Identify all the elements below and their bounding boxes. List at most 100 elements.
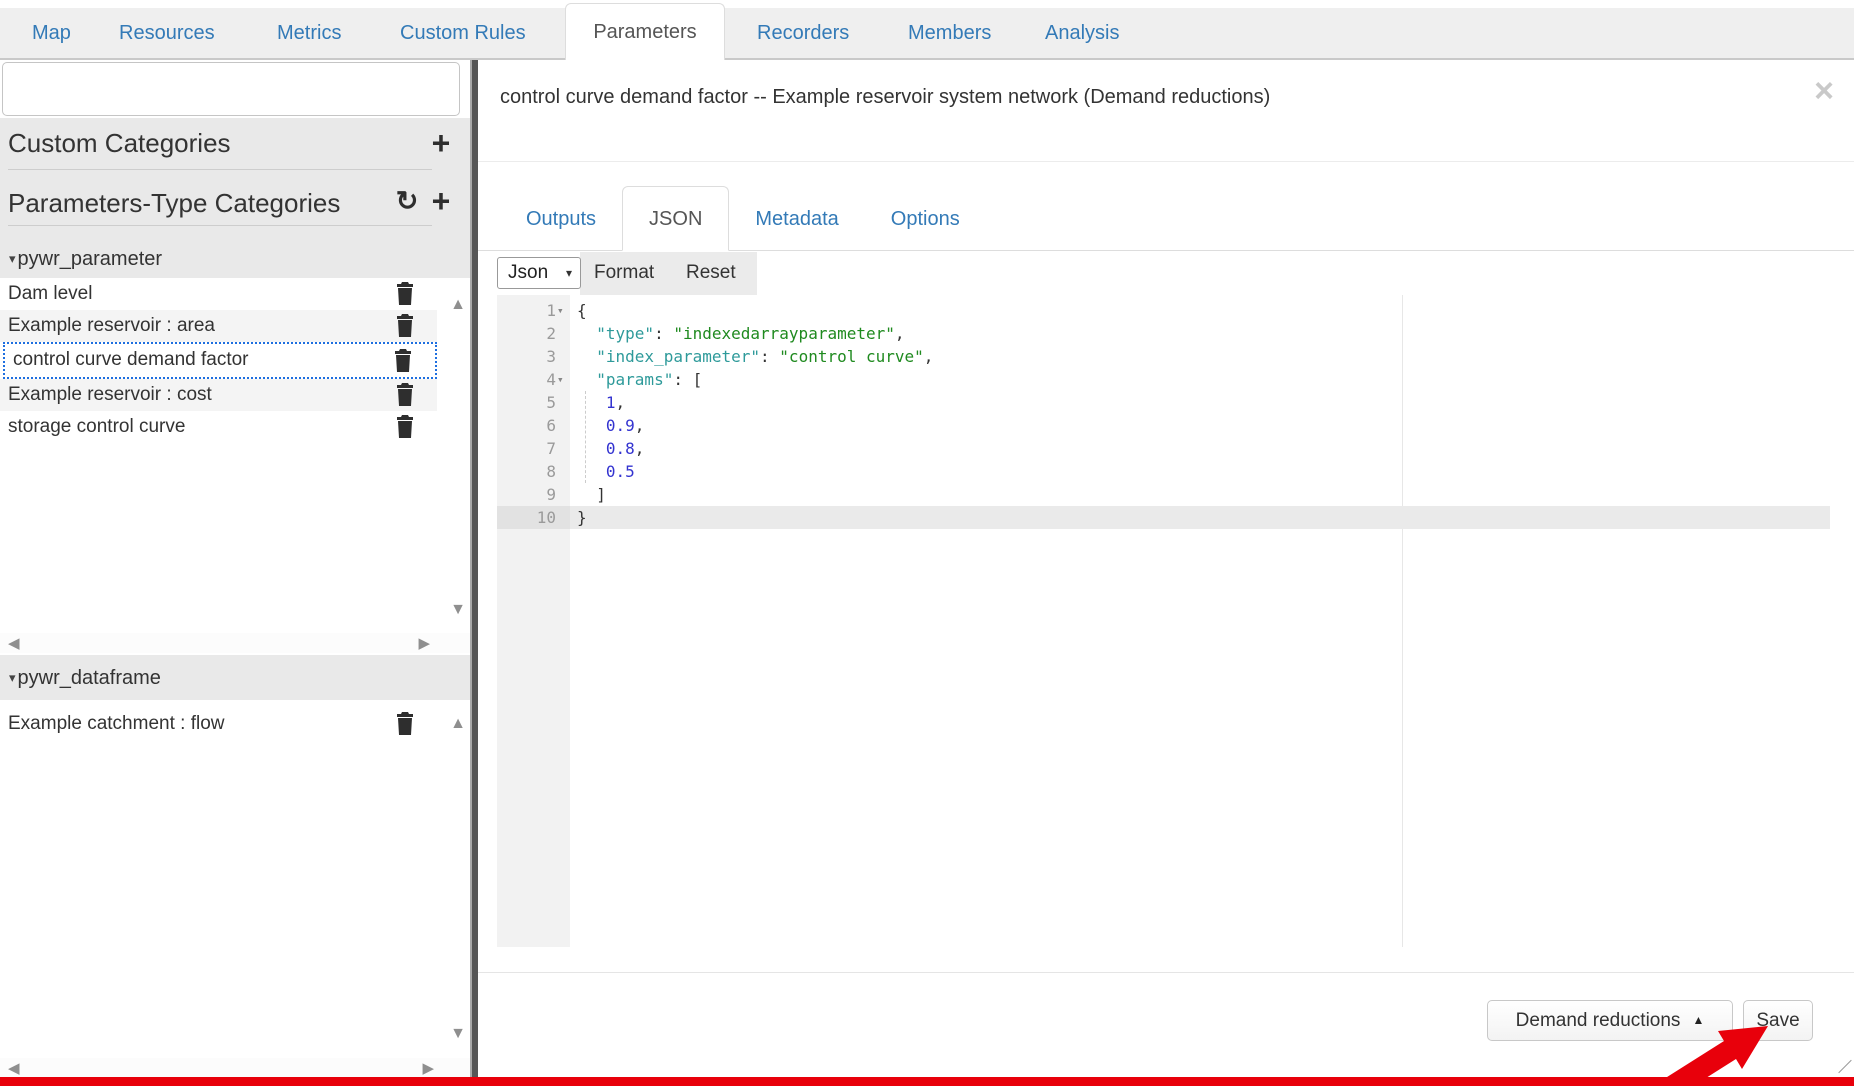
tab-metadata[interactable]: Metadata [729,188,864,250]
scroll-up-arrow[interactable]: ▲ [450,297,466,313]
refresh-button[interactable]: ↻ [392,184,422,218]
list-item[interactable]: Example reservoir : area [0,310,437,342]
horizontal-scrollbar: ◀ ▶ [0,633,470,653]
parameter-list: Dam level Example reservoir : area contr… [0,278,470,633]
code-lines: 1 ▾ { 2 "type": "indexedarrayparameter",… [497,299,1830,529]
panel-title: control curve demand factor -- Example r… [500,86,1270,109]
chevron-up-icon: ▲ [1692,1013,1704,1027]
tab-outputs[interactable]: Outputs [500,188,622,250]
plus-icon: + [432,183,451,219]
delete-button[interactable] [393,349,415,373]
code-line: 2 "type": "indexedarrayparameter", [497,322,1830,345]
scroll-left-arrow[interactable]: ◀ [8,634,20,652]
format-button[interactable]: Format [594,257,654,289]
add-type-category-button[interactable]: + [424,184,458,218]
nav-tab-map[interactable]: Map [32,8,71,60]
nav-tab-custom-rules[interactable]: Custom Rules [400,8,526,60]
line-number: 2 [497,322,556,345]
nav-tab-resources[interactable]: Resources [119,8,215,60]
delete-button[interactable] [395,383,417,407]
list-item[interactable]: Dam level [0,278,437,310]
tab-json[interactable]: JSON [622,186,729,251]
group-pywr-parameter[interactable]: ▾pywr_parameter [0,244,470,278]
code-line-active: 10 } [497,506,1830,529]
code-line: 9 ] [497,483,1830,506]
list-item[interactable]: storage control curve [0,411,437,443]
top-navbar: Map Resources Metrics Custom Rules Param… [0,0,1854,60]
line-number: 8 [497,460,556,483]
horizontal-scrollbar: ◀ ▶ [0,1058,470,1078]
list-item-label: storage control curve [8,416,185,437]
code-line: 4 ▾ "params": [ [497,368,1830,391]
line-number: 4 [497,368,556,391]
list-item[interactable]: Example catchment : flow [0,708,437,740]
nav-tab-analysis[interactable]: Analysis [1045,8,1119,60]
group-pywr-dataframe[interactable]: ▾pywr_dataframe [0,655,470,700]
list-item-label: control curve demand factor [13,349,249,370]
mode-select-value: Json [508,262,548,283]
nav-tab-parameters[interactable]: Parameters [565,3,725,62]
trash-icon [395,415,415,438]
delete-button[interactable] [395,282,417,306]
list-item-selected[interactable]: control curve demand factor [3,342,437,379]
custom-categories-header: Custom Categories + [0,118,470,170]
category-search-input[interactable] [2,62,460,116]
categories-sidebar: Custom Categories + Parameters-Type Cate… [0,60,470,1077]
line-number: 10 [497,506,556,529]
list-item-label: Example reservoir : area [8,315,215,336]
editor-toolbar: Json ▾ Format Reset [478,251,1854,295]
trash-icon [395,383,415,406]
delete-button[interactable] [395,712,417,736]
code-line: 3 "index_parameter": "control curve", [497,345,1830,368]
code-line: 6 0.9, [497,414,1830,437]
nav-tab-recorders[interactable]: Recorders [757,8,849,60]
line-number: 7 [497,437,556,460]
code-line: 5 1, [497,391,1830,414]
nav-tab-metrics[interactable]: Metrics [277,8,341,60]
parameter-detail-panel: control curve demand factor -- Example r… [478,60,1854,1077]
scroll-right-arrow[interactable]: ▶ [422,1059,434,1077]
add-custom-category-button[interactable]: + [424,126,458,160]
refresh-icon: ↻ [396,186,419,216]
reset-button[interactable]: Reset [686,257,736,289]
close-button[interactable]: × [1814,74,1834,108]
code-line: 1 ▾ { [497,299,1830,322]
trash-icon [395,712,415,735]
trash-icon [395,282,415,305]
scroll-down-arrow[interactable]: ▼ [450,602,466,618]
nav-tab-members[interactable]: Members [908,8,991,60]
line-number: 3 [497,345,556,368]
list-item[interactable]: Example reservoir : cost [0,379,437,411]
json-mode-select[interactable]: Json ▾ [497,257,581,289]
type-categories-title: Parameters-Type Categories [8,188,340,219]
line-number: 1 [497,299,556,322]
tab-options[interactable]: Options [865,188,986,250]
footer-divider [478,972,1854,973]
line-number: 6 [497,414,556,437]
line-number: 5 [497,391,556,414]
header-divider [478,161,1854,162]
delete-button[interactable] [395,415,417,439]
list-item-label: Dam level [8,283,92,304]
collapse-icon: ▾ [9,244,16,274]
custom-categories-title: Custom Categories [8,128,231,159]
delete-button[interactable] [395,314,417,338]
annotation-red-bar [0,1077,1854,1086]
code-line: 8 0.5 [497,460,1830,483]
scroll-left-arrow[interactable]: ◀ [8,1059,20,1077]
group-label: pywr_dataframe [18,667,161,689]
panel-divider[interactable] [470,60,478,1077]
category-dropup-button[interactable]: Demand reductions▲ [1487,1000,1733,1041]
detail-tabbar: Outputs JSON Metadata Options [478,188,1854,251]
chevron-down-icon: ▾ [566,258,572,288]
line-number: 9 [497,483,556,506]
fold-icon[interactable]: ▾ [557,299,564,322]
fold-icon[interactable]: ▾ [557,368,564,391]
json-code-editor[interactable]: 1 ▾ { 2 "type": "indexedarrayparameter",… [497,295,1830,947]
scroll-up-arrow[interactable]: ▲ [450,716,466,732]
save-button[interactable]: Save [1743,1000,1813,1041]
list-item-label: Example reservoir : cost [8,384,212,405]
scroll-right-arrow[interactable]: ▶ [418,634,430,652]
dataframe-list: Example catchment : flow [0,700,470,1028]
scroll-down-arrow[interactable]: ▼ [450,1026,466,1042]
